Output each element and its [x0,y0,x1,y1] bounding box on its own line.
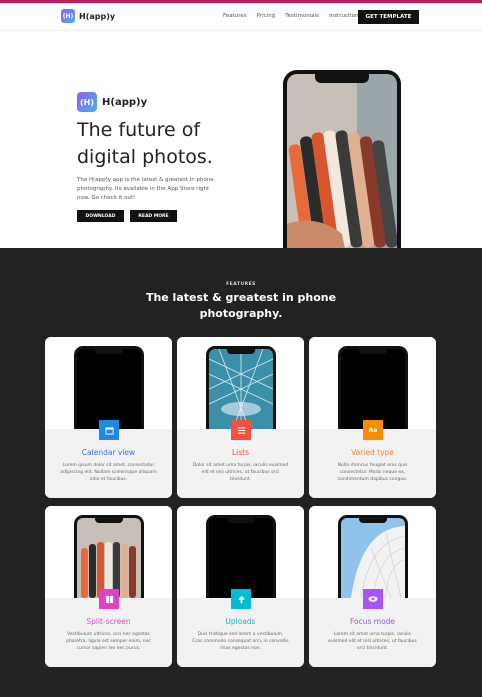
feature-title: Uploads [225,617,256,626]
feature-card-varied-type: Aa Varied type Nulla rhoncus feugiat ero… [309,337,436,498]
hero-title: The future of digital photos. [77,119,213,168]
hero-logo: (H) H(app)y [77,92,147,112]
hero-phone-mockup [283,70,401,254]
feature-card-lists: Lists Dolor sit amet uma turpis, iaculis… [177,337,304,498]
split-screen-icon [99,589,119,609]
hero-section: (H) H(app)y The future of digital photos… [0,32,482,254]
feature-title: Lists [231,448,250,457]
nav-link-testimonials[interactable]: Testimonials [285,13,319,19]
logo-icon: (H) [61,9,75,23]
logo-text: H(app)y [102,96,148,108]
features-section: FEATURES The latest & greatest in phone … [0,248,482,697]
feature-title: Varied type [351,448,394,457]
glass-dome-photo [209,349,273,429]
feature-text: Lorem ipsum dolor sit amet, consectetur … [60,463,157,482]
features-title: The latest & greatest in phone photograp… [145,291,337,320]
feature-text: Lorem sit amet urna turpis, iaculis euis… [328,632,417,651]
feature-text: Duis tristique sed lorem a vestibulum. C… [192,632,289,651]
phone-mockup [74,515,144,598]
phone-notch [315,74,369,83]
feature-card-uploads: Uploads Duis tristique sed lorem a vesti… [177,506,304,667]
upload-icon [231,589,251,609]
nav-link-features[interactable]: Features [223,13,247,19]
nav-links: Features Pricing Testimonials Instructio… [223,13,361,19]
phone-mockup [206,346,276,429]
nav-link-pricing[interactable]: Pricing [257,13,276,19]
feature-title: Focus mode [349,617,396,626]
skateboard-rack-photo [77,518,141,598]
feature-card-split-screen: Split-screen Vestibulum ultrices, orci n… [45,506,172,667]
phone-mockup [338,515,408,598]
phone-mockup [338,346,408,429]
eye-icon [363,589,383,609]
get-template-button[interactable]: GET TEMPLATE [358,10,419,24]
white-dome-photo [341,518,405,598]
type-icon: Aa [363,420,383,440]
nav-link-instructions[interactable]: Instructions [329,13,361,19]
read-more-button[interactable]: READ MORE [130,210,177,222]
phone-mockup [206,515,276,598]
features-kicker: FEATURES [226,282,256,287]
nav-logo[interactable]: (H) H(app)y [61,9,115,23]
skateboard-rack-photo [287,74,397,254]
hero-description: The H(app)y app is the latest & greatest… [77,177,214,201]
feature-title: Split-screen [86,617,131,626]
logo-icon: (H) [77,92,97,112]
feature-card-calendar: Calendar view Lorem ipsum dolor sit amet… [45,337,172,498]
download-button[interactable]: DOWNLOAD [77,210,124,222]
navbar: (H) H(app)y Features Pricing Testimonial… [0,3,482,31]
phone-mockup [74,346,144,429]
feature-text: Vestibulum ultrices, orci nec egestas ph… [66,632,151,651]
hero-buttons: DOWNLOAD READ MORE [77,210,177,222]
feature-card-focus-mode: Focus mode Lorem sit amet urna turpis, i… [309,506,436,667]
logo-text: H(app)y [79,11,116,21]
feature-title: Calendar view [81,448,136,457]
calendar-icon [99,420,119,440]
feature-text: Nulla rhoncus feugiat eros quis consecte… [337,463,408,482]
list-icon [231,420,251,440]
feature-text: Dolor sit amet uma turpis, iaculis euism… [192,463,289,482]
